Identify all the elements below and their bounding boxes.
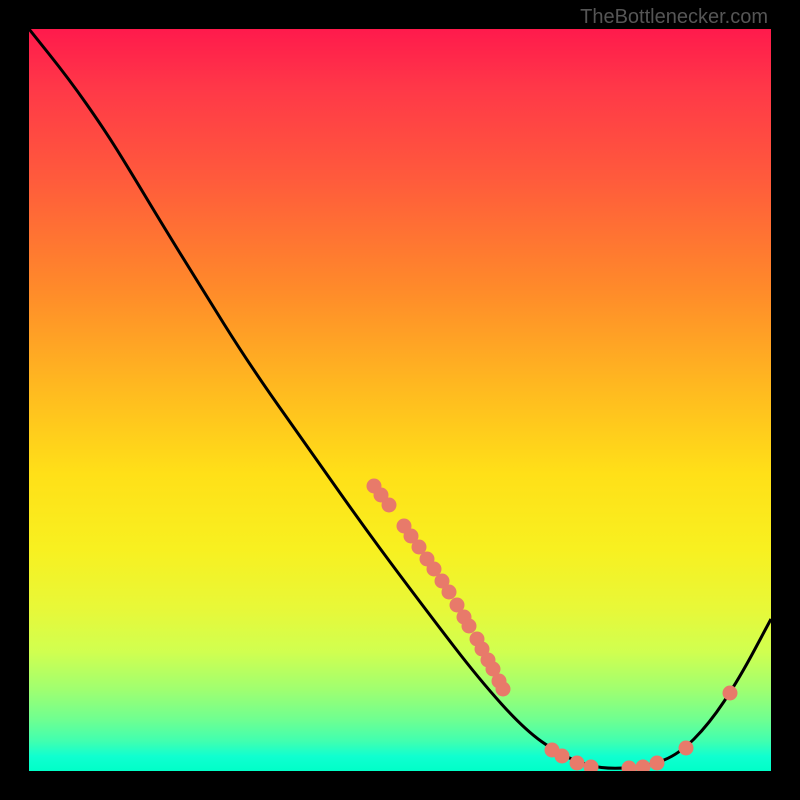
data-point	[622, 761, 637, 772]
chart-svg	[29, 29, 771, 771]
bottleneck-curve	[29, 29, 771, 768]
watermark-text: TheBottlenecker.com	[580, 6, 768, 29]
data-point	[584, 760, 599, 772]
data-point	[382, 498, 397, 513]
data-point	[570, 756, 585, 771]
data-point	[679, 741, 694, 756]
data-point	[442, 585, 457, 600]
data-point	[650, 756, 665, 771]
data-point	[723, 686, 738, 701]
data-point	[555, 749, 570, 764]
data-point	[496, 682, 511, 697]
chart-area	[29, 29, 771, 771]
scatter-dots	[367, 479, 738, 772]
data-point	[636, 760, 651, 772]
data-point	[462, 619, 477, 634]
